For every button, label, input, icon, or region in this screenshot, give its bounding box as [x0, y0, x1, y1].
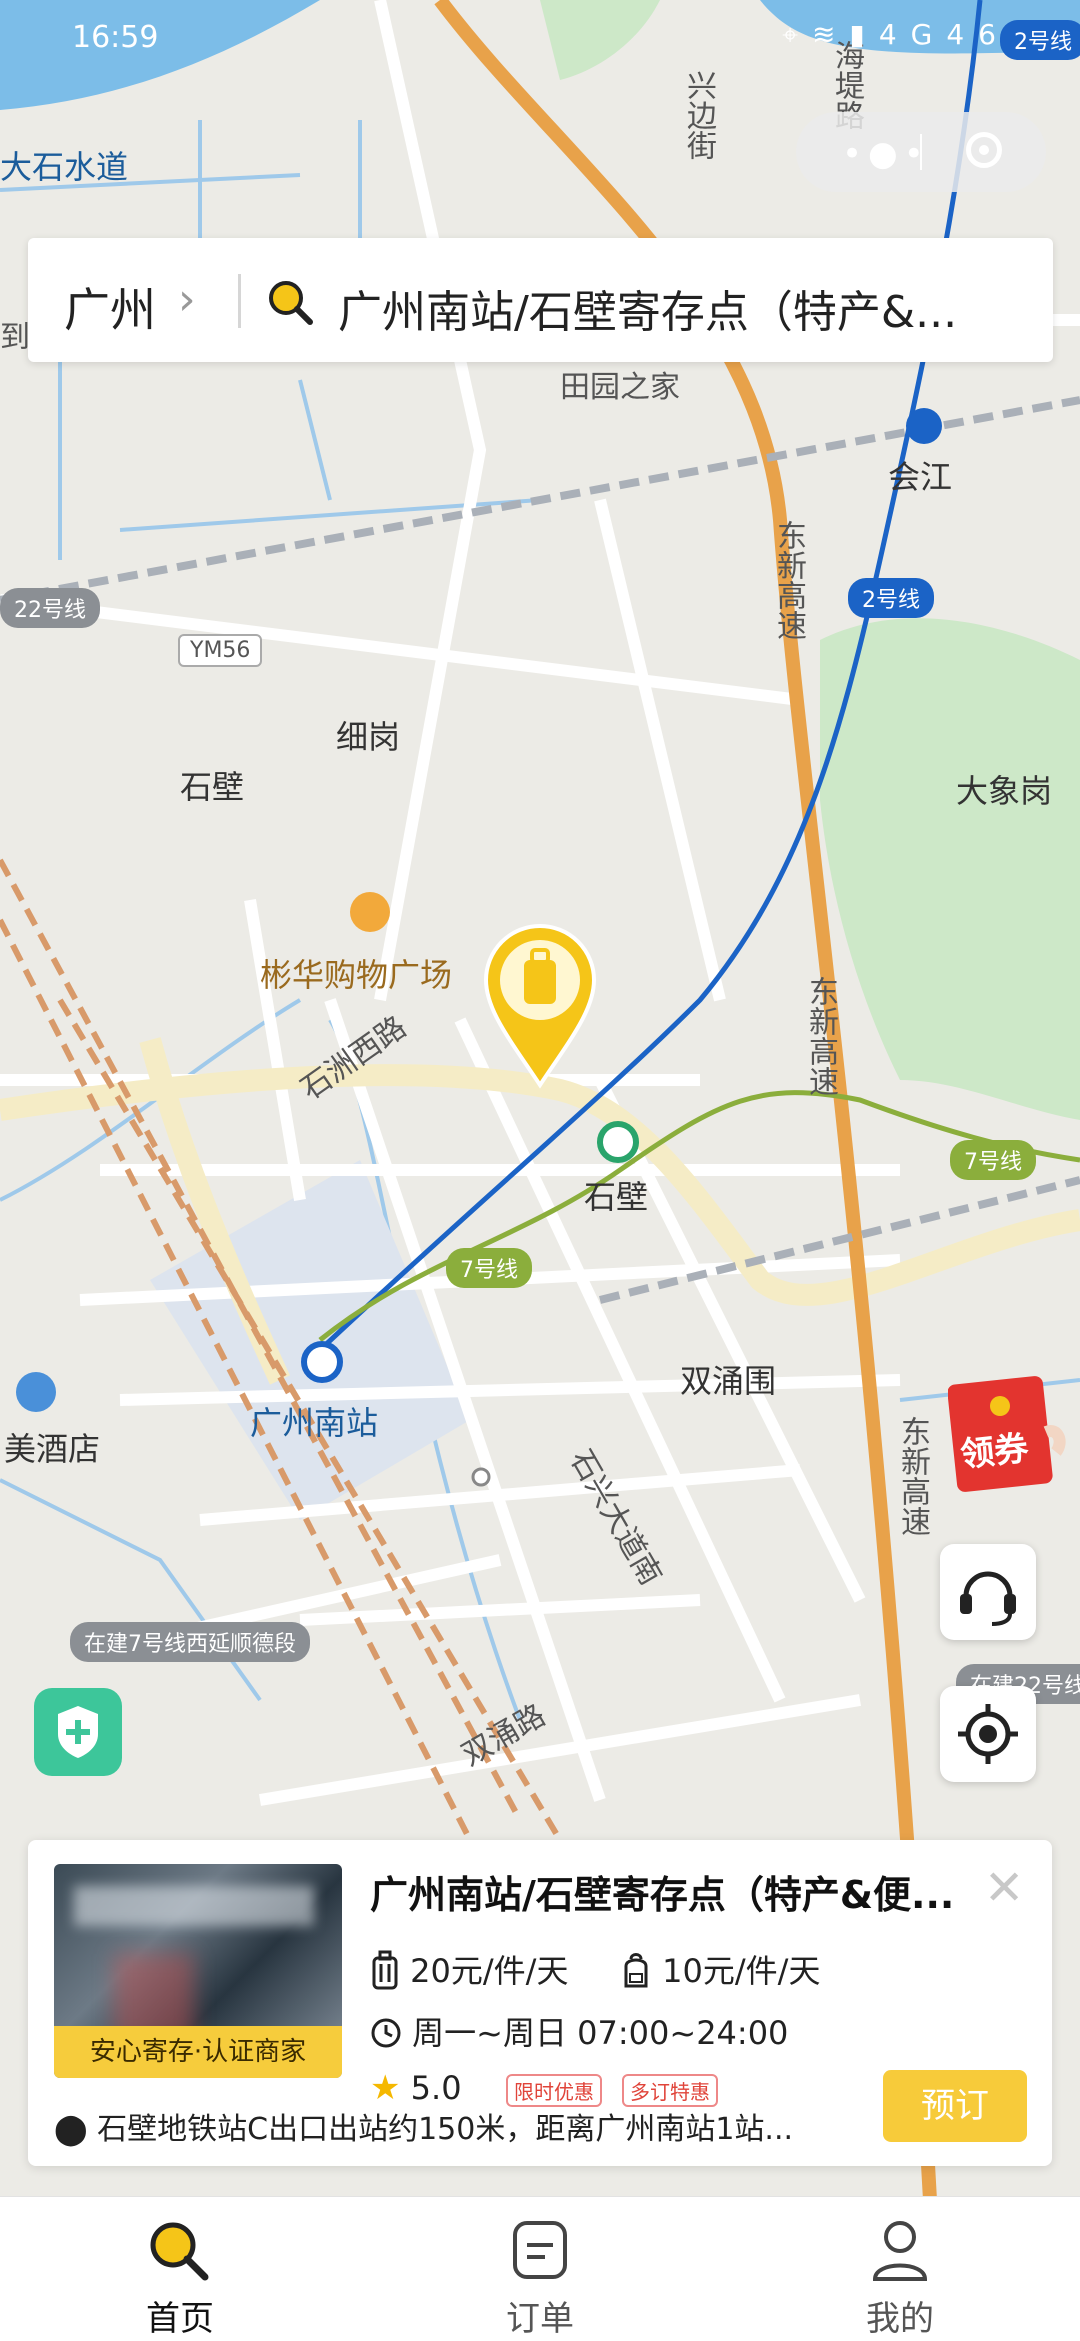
label-shibi-village: 石壁 — [180, 768, 245, 806]
search-bar[interactable]: 广州 › 广州南站/石壁寄存点（特产&... — [28, 238, 1053, 362]
city-selector[interactable]: 广州 — [64, 274, 156, 340]
label-dashi-waterway: 大石水道 — [0, 148, 129, 186]
coupon-button[interactable]: 领券 — [947, 1372, 1066, 1492]
book-button[interactable]: 预订 — [883, 2070, 1027, 2142]
wifi-icon: ≋ — [811, 18, 850, 51]
stop-dot-icon — [471, 1467, 491, 1487]
label-tianyuan: 田园之家 — [560, 370, 680, 405]
hotel-icon — [16, 1372, 56, 1412]
tab-mine[interactable]: 我的 — [820, 2217, 980, 2340]
label-dongxin-3: 东新高速 — [895, 1416, 930, 1536]
badge-construction-line7: 在建7号线西延顺德段 — [70, 1622, 310, 1662]
location-pin-icon: ⬤ — [54, 2112, 88, 2147]
mall-icon — [350, 892, 390, 932]
label-xingbian: 兴边街 — [681, 70, 716, 160]
tag-limited-offer: 限时优惠 — [506, 2074, 602, 2107]
card-title[interactable]: 广州南站/石壁寄存点（特产&便... — [370, 1864, 960, 1919]
status-bar: 16:59 ⌖≋▮4G46 — [0, 0, 1080, 80]
star-icon: ★ — [370, 2068, 401, 2108]
label-dongxin-2: 东新高速 — [803, 976, 838, 1096]
status-time: 16:59 — [72, 20, 159, 55]
luggage-icon — [524, 960, 556, 1004]
rating-value: 5.0 — [410, 2069, 462, 2107]
shibi-station-icon — [597, 1121, 639, 1163]
label-hotel: 美酒店 — [4, 1430, 101, 1468]
chevron-right-icon[interactable]: › — [178, 274, 196, 325]
badge-line7: 7号线 — [446, 1248, 532, 1288]
rating: ★ 5.0 — [370, 2068, 462, 2108]
label-dongxin-1: 东新高速 — [771, 520, 806, 640]
search-icon — [150, 2222, 209, 2281]
gz-south-station-icon — [301, 1341, 343, 1383]
suitcase-icon — [372, 1950, 398, 1990]
label-huijiang: 会江 — [888, 458, 953, 496]
label-daxianggang: 大象岗 — [956, 772, 1053, 810]
tab-orders-label: 订单 — [506, 2299, 574, 2339]
search-divider — [238, 274, 241, 328]
shield-plus-icon — [58, 1706, 98, 1758]
storefront-photo[interactable]: 安心寄存·认证商家 — [54, 1864, 342, 2078]
label-xigang: 细岗 — [336, 718, 401, 756]
badge-ym56: YM56 — [178, 634, 263, 667]
order-icon — [513, 2221, 567, 2279]
opening-hours: 周一~周日 07:00~24:00 — [370, 2008, 788, 2054]
miniprogram-capsule: •●• — [796, 112, 1046, 192]
label-shuangyongwei: 双涌围 — [680, 1362, 777, 1400]
price-luggage-text: 20元/件/天 — [410, 1952, 569, 1990]
target-icon[interactable] — [966, 132, 1002, 168]
locate-icon — [958, 1704, 1018, 1764]
price-luggage: 20元/件/天 — [370, 1946, 568, 1992]
storage-location-pin[interactable] — [480, 920, 600, 1090]
price-backpack-text: 10元/件/天 — [662, 1952, 821, 1990]
clock-icon — [371, 2018, 401, 2048]
label-binhua-mall[interactable]: 彬华购物广场 — [260, 950, 452, 996]
more-dots-icon[interactable]: •●• — [842, 134, 930, 174]
location-icon: ⌖ — [782, 18, 812, 51]
tab-mine-label: 我的 — [866, 2299, 934, 2339]
capsule-divider — [920, 134, 922, 170]
battery-level: 46 — [946, 18, 1010, 51]
label-gz-south[interactable]: 广州南站 — [250, 1398, 378, 1444]
signal-icon: ▮ — [849, 18, 879, 51]
search-input[interactable]: 广州南站/石壁寄存点（特产&... — [338, 276, 1038, 340]
huijiang-station-icon — [906, 408, 942, 444]
customer-service-button[interactable] — [940, 1544, 1036, 1640]
backpack-icon — [624, 1953, 648, 1988]
certified-merchant-badge: 安心寄存·认证商家 — [54, 2026, 342, 2078]
headset-icon — [960, 1571, 1016, 1626]
tab-home[interactable]: 首页 — [100, 2217, 260, 2340]
label-left-edge: 到 — [0, 320, 30, 355]
label-shibi-station[interactable]: 石壁 — [584, 1172, 648, 1218]
user-icon — [872, 2221, 928, 2281]
badge-line7-east: 7号线 — [950, 1140, 1036, 1180]
storage-point-card[interactable]: 安心寄存·认证商家 广州南站/石壁寄存点（特产&便... ✕ 20元/件/天 1… — [28, 1840, 1052, 2166]
coupon-label: 领券 — [958, 1428, 1031, 1476]
tag-multi-order-offer: 多订特惠 — [622, 2074, 718, 2107]
network-type: 4G — [878, 18, 947, 51]
price-backpack: 10元/件/天 — [620, 1946, 850, 1992]
badge-line22: 22号线 — [0, 588, 100, 628]
tab-bar: 首页 订单 我的 — [0, 2196, 1080, 2341]
locate-button[interactable] — [940, 1686, 1036, 1782]
opening-hours-text: 周一~周日 07:00~24:00 — [412, 2014, 789, 2052]
tab-orders[interactable]: 订单 — [460, 2217, 620, 2340]
badge-line2: 2号线 — [848, 578, 934, 618]
status-icons: ⌖≋▮4G46 — [782, 18, 1010, 52]
tab-home-label: 首页 — [146, 2299, 214, 2339]
close-icon[interactable]: ✕ — [984, 1860, 1024, 1916]
address-text: 石壁地铁站C出口出站约150米，距离广州南站1站... — [97, 2112, 794, 2147]
safety-button[interactable] — [34, 1688, 122, 1776]
address: ⬤ 石壁地铁站C出口出站约150米，距离广州南站1站... — [54, 2104, 904, 2148]
search-icon — [269, 281, 313, 325]
